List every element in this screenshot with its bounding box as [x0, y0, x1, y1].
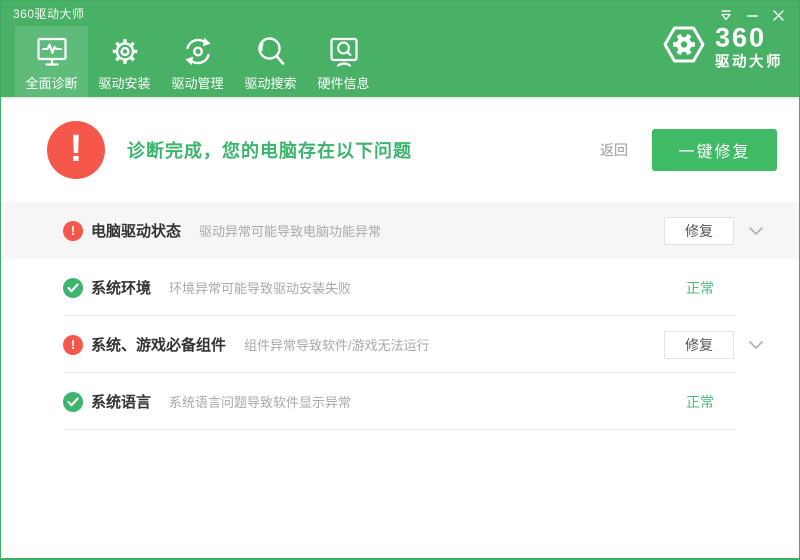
error-exclamation-icon: !: [63, 335, 83, 355]
nav-item-2[interactable]: 驱动安装: [88, 26, 161, 97]
issue-title: 系统环境: [91, 277, 151, 298]
nav-item-5[interactable]: 硬件信息: [307, 26, 380, 97]
app-header: 360驱动大师 全面诊断驱动安装驱动管理驱动搜索硬件信息 360 驱动大师: [1, 1, 799, 97]
issue-description: 环境异常可能导致驱动安装失败: [169, 278, 351, 297]
fix-all-button[interactable]: 一键修复: [652, 129, 777, 171]
gear-icon: [108, 34, 142, 70]
issue-title: 系统语言: [91, 391, 151, 412]
footer-area: [1, 430, 799, 558]
row-divider: [65, 429, 735, 430]
diagnosis-monitor-icon: [35, 34, 69, 70]
nav-item-4[interactable]: 驱动搜索: [234, 26, 307, 97]
fix-button[interactable]: 修复: [664, 217, 734, 245]
issue-row[interactable]: ! 系统、游戏必备组件组件异常导致软件/游戏无法运行 修复: [1, 316, 799, 373]
issue-title: 电脑驱动状态: [91, 220, 181, 241]
brand-number: 360: [715, 24, 783, 51]
nav-item-label: 硬件信息: [317, 73, 369, 92]
diagnosis-summary: ! 诊断完成，您的电脑存在以下问题 返回 一键修复: [1, 97, 799, 202]
issue-row: 系统语言系统语言问题导致软件显示异常 正常: [1, 373, 799, 430]
app-window: 360驱动大师 全面诊断驱动安装驱动管理驱动搜索硬件信息 360 驱动大师 ! …: [0, 0, 800, 560]
issue-description: 组件异常导致软件/游戏无法运行: [244, 335, 430, 354]
chevron-down-icon[interactable]: [748, 226, 764, 236]
status-normal-label: 正常: [686, 278, 714, 298]
chevron-down-icon[interactable]: [748, 340, 764, 350]
nav-item-1[interactable]: 全面诊断: [15, 26, 88, 97]
issue-description: 驱动异常可能导致电脑功能异常: [199, 221, 381, 240]
issue-row[interactable]: ! 电脑驱动状态驱动异常可能导致电脑功能异常 修复: [1, 202, 799, 259]
minimize-icon: [746, 9, 759, 22]
issue-description: 系统语言问题导致软件显示异常: [169, 392, 351, 411]
menu-triangle-icon: [719, 9, 733, 22]
nav-item-label: 驱动安装: [98, 73, 150, 92]
diagnosis-heading: 诊断完成，您的电脑存在以下问题: [127, 137, 412, 163]
hexagon-gear-icon: [661, 21, 707, 72]
issue-row: 系统环境环境异常可能导致驱动安装失败 正常: [1, 259, 799, 316]
nav-item-label: 驱动管理: [171, 73, 223, 92]
window-title: 360驱动大师: [13, 5, 85, 22]
error-exclamation-icon: !: [63, 221, 83, 241]
check-circle-icon: [63, 278, 83, 298]
sync-icon: [181, 34, 215, 70]
nav-item-3[interactable]: 驱动管理: [161, 26, 234, 97]
check-circle-icon: [63, 392, 83, 412]
issue-list: !电脑驱动状态驱动异常可能导致电脑功能异常修复系统环境环境异常可能导致驱动安装失…: [1, 202, 799, 430]
fix-button[interactable]: 修复: [664, 331, 734, 359]
close-icon: [772, 9, 785, 22]
issue-title: 系统、游戏必备组件: [91, 334, 226, 355]
hardware-monitor-icon: [327, 34, 361, 70]
brand-logo: 360 驱动大师: [661, 21, 783, 72]
nav-item-label: 全面诊断: [25, 73, 77, 92]
status-normal-label: 正常: [686, 392, 714, 412]
back-link[interactable]: 返回: [600, 140, 628, 160]
alert-badge-icon: !: [47, 121, 105, 179]
nav-item-label: 驱动搜索: [244, 73, 296, 92]
search-icon: [254, 34, 288, 70]
brand-name: 驱动大师: [715, 55, 783, 70]
